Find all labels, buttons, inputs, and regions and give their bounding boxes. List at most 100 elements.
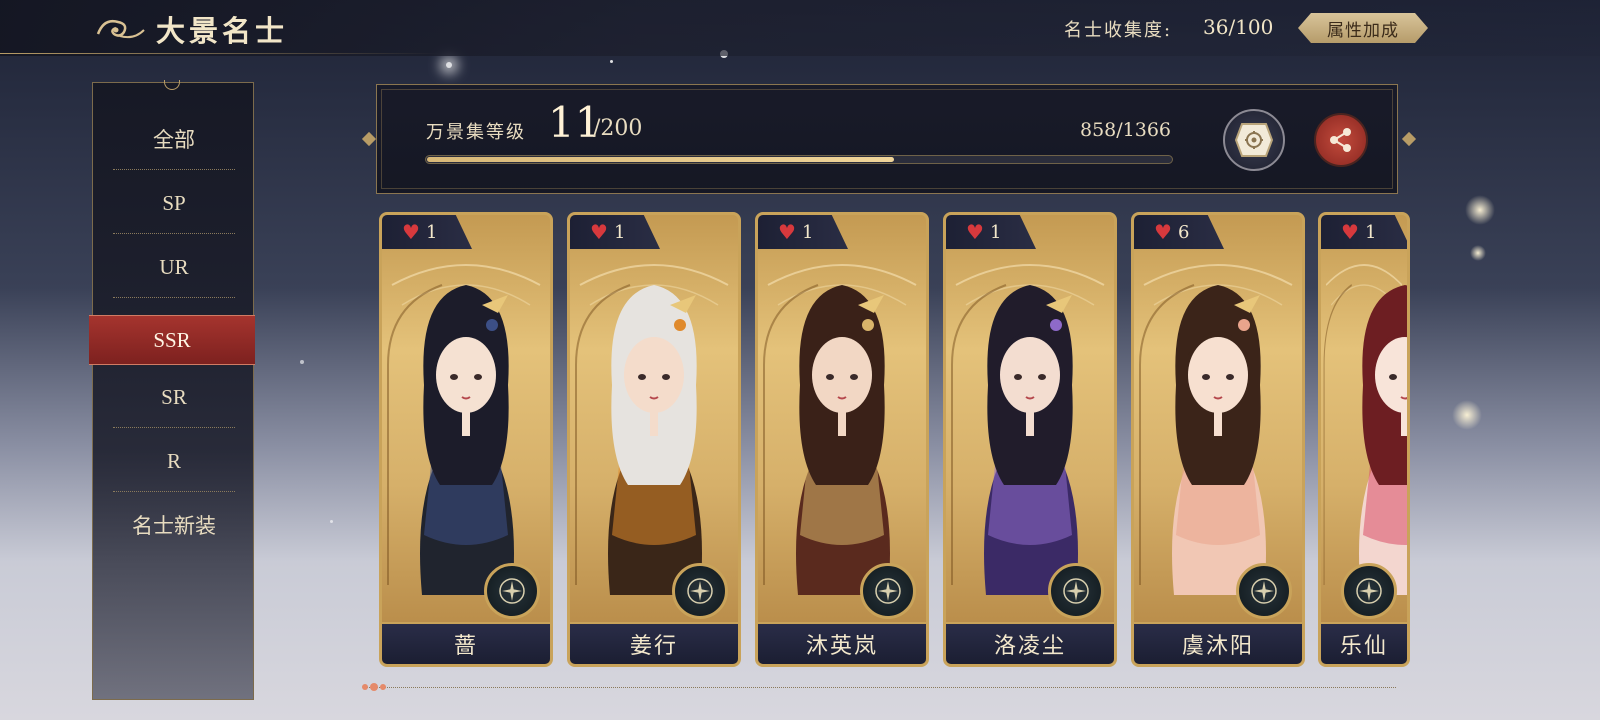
panel-ornament xyxy=(1401,131,1417,147)
affection-badge: ♥ 1 xyxy=(1321,215,1407,249)
attribute-bonus-label: 属性加成 xyxy=(1327,20,1399,41)
ambient-sparkle xyxy=(300,360,304,364)
heart-icon: ♥ xyxy=(1154,220,1172,244)
character-name: 姜行 xyxy=(629,634,678,659)
character-card[interactable]: ♥ 6 虞沐阳 xyxy=(1131,212,1305,667)
emblem-button[interactable] xyxy=(484,563,540,619)
affection-count: 6 xyxy=(1177,221,1190,243)
filter-ur[interactable]: UR xyxy=(93,235,255,299)
character-name: 虞沐阳 xyxy=(1181,634,1254,659)
affection-badge: ♥ 1 xyxy=(570,215,660,249)
ambient-sparkle xyxy=(330,520,333,523)
heart-icon: ♥ xyxy=(778,220,796,244)
character-name: 乐仙 xyxy=(1339,634,1388,659)
character-portrait xyxy=(984,285,1078,595)
character-name-bar: 蔷 xyxy=(382,622,550,664)
affection-count: 1 xyxy=(801,221,814,243)
filter-label: SP xyxy=(162,190,186,215)
character-portrait xyxy=(1172,285,1266,595)
compass-emblem-icon xyxy=(875,578,901,604)
character-card[interactable]: ♥ 1 乐仙 xyxy=(1318,212,1410,667)
affection-badge: ♥ 1 xyxy=(946,215,1036,249)
ambient-glow xyxy=(1452,400,1482,430)
affection-badge: ♥ 6 xyxy=(1134,215,1224,249)
character-name-bar: 沐英岚 xyxy=(758,622,926,664)
filter-divider xyxy=(113,169,235,170)
page-title: 大景名士 xyxy=(156,14,289,48)
exp-progress-bar xyxy=(425,155,1173,164)
character-card[interactable]: ♥ 1 洛凌尘 xyxy=(943,212,1117,667)
filter-r[interactable]: R xyxy=(93,429,255,493)
scroll-track xyxy=(366,687,1396,688)
filter-label: 名士新装 xyxy=(132,514,216,538)
filter-label: R xyxy=(166,448,181,473)
character-name-bar: 虞沐阳 xyxy=(1134,622,1302,664)
filter-sr[interactable]: SR xyxy=(93,365,255,429)
exp-text: 858/1366 xyxy=(1080,119,1172,141)
emblem-button[interactable] xyxy=(1048,563,1104,619)
collection-value: 36/100 xyxy=(1203,15,1274,39)
heart-icon: ♥ xyxy=(590,220,608,244)
character-card[interactable]: ♥ 1 姜行 xyxy=(567,212,741,667)
compass-emblem-icon xyxy=(1251,578,1277,604)
share-button[interactable] xyxy=(1314,113,1368,167)
character-name-bar: 姜行 xyxy=(570,622,738,664)
collection-label: 名士收集度: xyxy=(1064,20,1173,41)
level-label: 万景集等级 xyxy=(426,122,526,143)
heart-icon: ♥ xyxy=(1341,220,1359,244)
character-portrait xyxy=(420,285,514,595)
heart-icon: ♥ xyxy=(402,220,420,244)
affection-badge: ♥ 1 xyxy=(382,215,472,249)
filter-ssr[interactable]: SSR xyxy=(89,315,255,365)
collection-book-button[interactable] xyxy=(1223,109,1285,171)
affection-count: 1 xyxy=(425,221,438,243)
compass-emblem-icon xyxy=(687,578,713,604)
top-bar-divider xyxy=(0,53,440,54)
filter-label: UR xyxy=(159,254,189,279)
heart-icon: ♥ xyxy=(966,220,984,244)
emblem-button[interactable] xyxy=(1341,563,1397,619)
affection-count: 1 xyxy=(1364,221,1377,243)
panel-ornament xyxy=(361,131,377,147)
character-card[interactable]: ♥ 1 蔷 xyxy=(379,212,553,667)
character-portrait xyxy=(1359,285,1407,595)
compass-emblem-icon xyxy=(499,578,525,604)
character-name-bar: 乐仙 xyxy=(1321,622,1407,664)
affection-count: 1 xyxy=(613,221,626,243)
ambient-glow xyxy=(1470,245,1486,261)
scroll-indicator xyxy=(362,683,386,691)
filter-new-outfits[interactable]: 名士新装 xyxy=(93,493,255,557)
character-name: 蔷 xyxy=(453,634,478,659)
affection-badge: ♥ 1 xyxy=(758,215,848,249)
character-name: 沐英岚 xyxy=(805,634,878,659)
ambient-glow xyxy=(1465,195,1495,225)
character-portrait xyxy=(608,285,702,595)
rarity-filter-sidebar: 全部 SP UR SSR SR R 名士新装 xyxy=(89,82,255,700)
emblem-button[interactable] xyxy=(672,563,728,619)
emblem-button[interactable] xyxy=(860,563,916,619)
exp-progress-fill xyxy=(427,157,894,162)
filter-divider xyxy=(113,297,235,298)
filter-sp[interactable]: SP xyxy=(93,171,255,235)
ambient-sparkle xyxy=(446,62,452,68)
filter-divider xyxy=(113,491,235,492)
cloud-swirl-icon xyxy=(96,20,145,39)
compass-emblem-icon xyxy=(1356,578,1382,604)
collection-book-icon xyxy=(1234,123,1274,157)
filter-divider xyxy=(113,233,235,234)
filter-label: SR xyxy=(161,384,187,409)
filter-label: SSR xyxy=(153,327,191,352)
character-portrait xyxy=(796,285,890,595)
level-max: /200 xyxy=(593,116,643,141)
character-card[interactable]: ♥ 1 沐英岚 xyxy=(755,212,929,667)
character-name: 洛凌尘 xyxy=(993,634,1066,659)
share-icon xyxy=(1330,128,1351,152)
character-name-bar: 洛凌尘 xyxy=(946,622,1114,664)
emblem-button[interactable] xyxy=(1236,563,1292,619)
attribute-bonus-button[interactable]: 属性加成 xyxy=(1298,13,1428,43)
filter-all[interactable]: 全部 xyxy=(93,107,255,171)
affection-count: 1 xyxy=(989,221,1002,243)
filter-divider xyxy=(113,427,235,428)
ambient-sparkle xyxy=(610,60,613,63)
filter-label: 全部 xyxy=(153,128,195,152)
